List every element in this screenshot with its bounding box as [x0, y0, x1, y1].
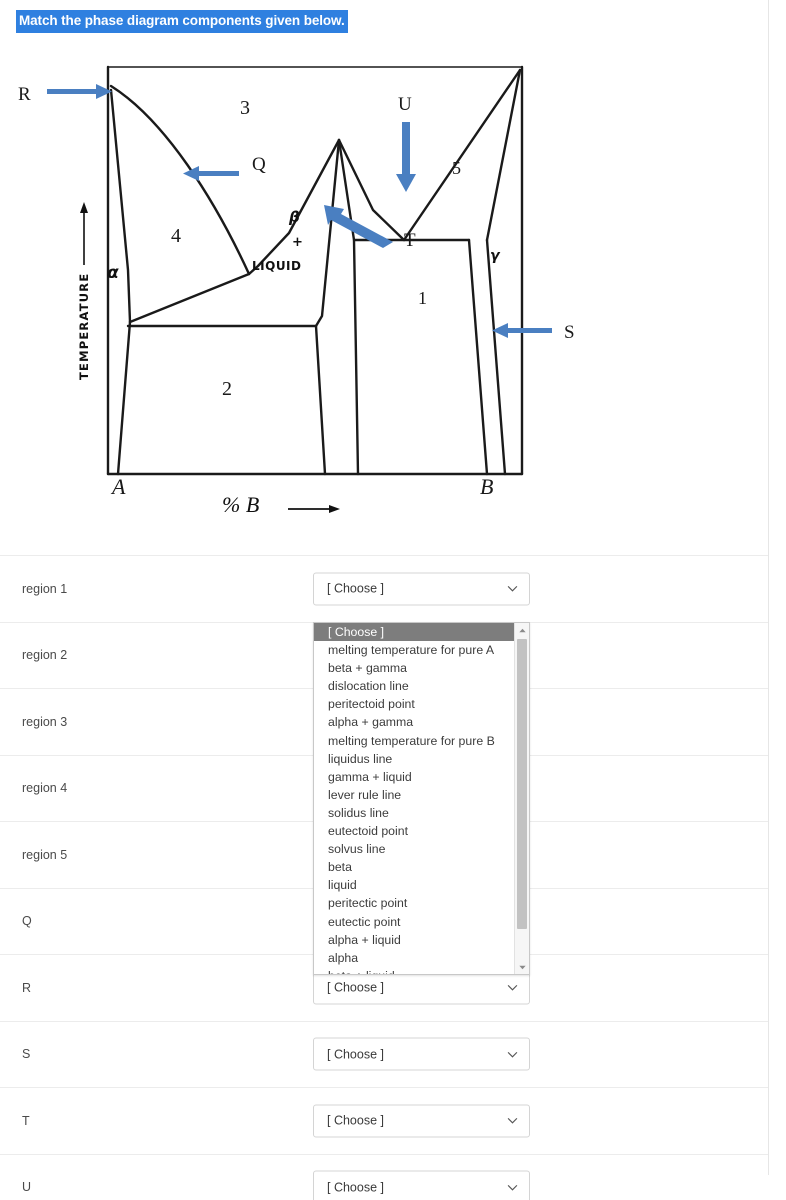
table-row: S [ Choose ]	[0, 1020, 768, 1088]
callout-S: S	[492, 322, 575, 343]
dropdown-option[interactable]: eutectoid point	[314, 822, 514, 840]
region-label-3: 3	[240, 97, 250, 119]
scroll-down-arrow-icon[interactable]	[515, 960, 529, 974]
callout-T: T	[324, 205, 416, 251]
dropdown-options-list[interactable]: [ Choose ] melting temperature for pure A…	[313, 622, 530, 975]
select-r-value: [ Choose ]	[327, 980, 384, 995]
y-axis-label-group: TEMPERATURE	[77, 202, 91, 380]
dropdown-scrollbar[interactable]	[514, 623, 529, 974]
select-r[interactable]: [ Choose ]	[313, 971, 530, 1005]
select-s-value: [ Choose ]	[327, 1047, 384, 1062]
callout-U: U	[396, 94, 416, 192]
dropdown-option[interactable]: beta + gamma	[314, 659, 514, 677]
scroll-up-arrow-icon[interactable]	[515, 623, 529, 637]
row-label-region-3: region 3	[22, 714, 68, 729]
question-prompt: Match the phase diagram components given…	[16, 10, 348, 33]
dropdown-option[interactable]: beta + liquid	[314, 967, 514, 974]
phase-diagram-image: 3 4 2 1 5 A B α β + LIQUID γ TEMPERATURE	[0, 50, 640, 530]
liquid-phase-label: LIQUID	[252, 259, 301, 273]
beta-phase-label: β	[288, 208, 300, 226]
dropdown-option[interactable]: lever rule line	[314, 786, 514, 804]
chevron-down-icon	[507, 1049, 518, 1060]
diagram-text-labels: 3 4 2 1 5 A B	[110, 97, 493, 499]
gamma-phase-label: γ	[490, 248, 501, 264]
x-axis-arrow	[288, 505, 340, 513]
select-region-1[interactable]: [ Choose ]	[313, 572, 530, 606]
select-t[interactable]: [ Choose ]	[313, 1104, 530, 1138]
question-prompt-container: Match the phase diagram components given…	[16, 10, 348, 33]
x-axis-label-group: % B	[222, 492, 340, 517]
row-label-region-2: region 2	[22, 648, 68, 663]
dropdown-option[interactable]: eutectic point	[314, 913, 514, 931]
endpoint-label-A: A	[110, 474, 126, 499]
callout-Q: Q	[183, 154, 266, 181]
region-label-1: 1	[418, 288, 427, 308]
row-label-s: S	[22, 1047, 31, 1062]
callout-S-label: S	[564, 322, 575, 343]
row-label-r: R	[22, 980, 32, 995]
dropdown-option-container: [ Choose ] melting temperature for pure A…	[314, 623, 514, 974]
chevron-down-icon	[507, 1115, 518, 1126]
callout-T-arrow	[324, 205, 393, 248]
dropdown-option[interactable]: solidus line	[314, 804, 514, 822]
select-t-value: [ Choose ]	[327, 1113, 384, 1128]
dropdown-option[interactable]: peritectic point	[314, 894, 514, 912]
diagram-phase-labels: α β + LIQUID γ	[107, 208, 501, 283]
table-row: region 1 [ Choose ]	[0, 555, 768, 622]
dropdown-option[interactable]: gamma + liquid	[314, 768, 514, 786]
dropdown-option[interactable]: dislocation line	[314, 677, 514, 695]
callout-R: R	[18, 84, 112, 105]
dropdown-option[interactable]: melting temperature for pure B	[314, 732, 514, 750]
row-label-region-5: region 5	[22, 847, 68, 862]
dropdown-option[interactable]: alpha	[314, 949, 514, 967]
select-region-1-value: [ Choose ]	[327, 581, 384, 596]
plus-sign-label: +	[292, 235, 303, 250]
callout-Q-arrow	[183, 166, 239, 181]
dropdown-option[interactable]: liquidus line	[314, 750, 514, 768]
callout-U-arrow	[396, 122, 416, 192]
dropdown-option[interactable]: [ Choose ]	[314, 623, 514, 642]
table-row: T [ Choose ]	[0, 1087, 768, 1154]
row-label-t: T	[22, 1113, 30, 1128]
row-label-region-1: region 1	[22, 581, 68, 596]
dropdown-option[interactable]: alpha + liquid	[314, 931, 514, 949]
x-axis-label: % B	[222, 492, 259, 517]
callout-Q-label: Q	[252, 154, 266, 175]
y-axis-arrow	[80, 202, 88, 265]
row-label-region-4: region 4	[22, 781, 68, 796]
dropdown-option[interactable]: peritectoid point	[314, 695, 514, 713]
dropdown-option[interactable]: solvus line	[314, 840, 514, 858]
region-label-2: 2	[222, 378, 232, 400]
endpoint-label-B: B	[480, 474, 493, 499]
chevron-down-icon	[507, 583, 518, 594]
diagram-axes	[106, 65, 524, 476]
y-axis-label: TEMPERATURE	[77, 273, 91, 380]
alpha-phase-label: α	[107, 263, 119, 283]
chevron-down-icon	[507, 982, 518, 993]
chevron-down-icon	[507, 1182, 518, 1193]
row-label-q: Q	[22, 914, 32, 929]
callout-U-label: U	[398, 94, 412, 115]
callout-R-label: R	[18, 84, 31, 105]
dropdown-option[interactable]: alpha + gamma	[314, 713, 514, 731]
region-label-5: 5	[452, 158, 461, 178]
page-right-border	[768, 0, 769, 1175]
dropdown-scrollbar-thumb[interactable]	[517, 639, 527, 929]
select-u[interactable]: [ Choose ]	[313, 1170, 530, 1200]
table-row: U [ Choose ]	[0, 1153, 768, 1200]
callout-R-arrow	[47, 84, 112, 99]
question-page: Match the phase diagram components given…	[0, 0, 786, 1200]
diagram-phase-boundaries	[109, 68, 522, 476]
dropdown-option[interactable]: melting temperature for pure A	[314, 641, 514, 659]
row-label-u: U	[22, 1180, 32, 1195]
select-s[interactable]: [ Choose ]	[313, 1037, 530, 1071]
dropdown-option[interactable]: liquid	[314, 876, 514, 894]
callout-T-label: T	[404, 230, 416, 251]
select-u-value: [ Choose ]	[327, 1180, 384, 1195]
dropdown-option[interactable]: beta	[314, 858, 514, 876]
region-label-4: 4	[171, 225, 181, 247]
